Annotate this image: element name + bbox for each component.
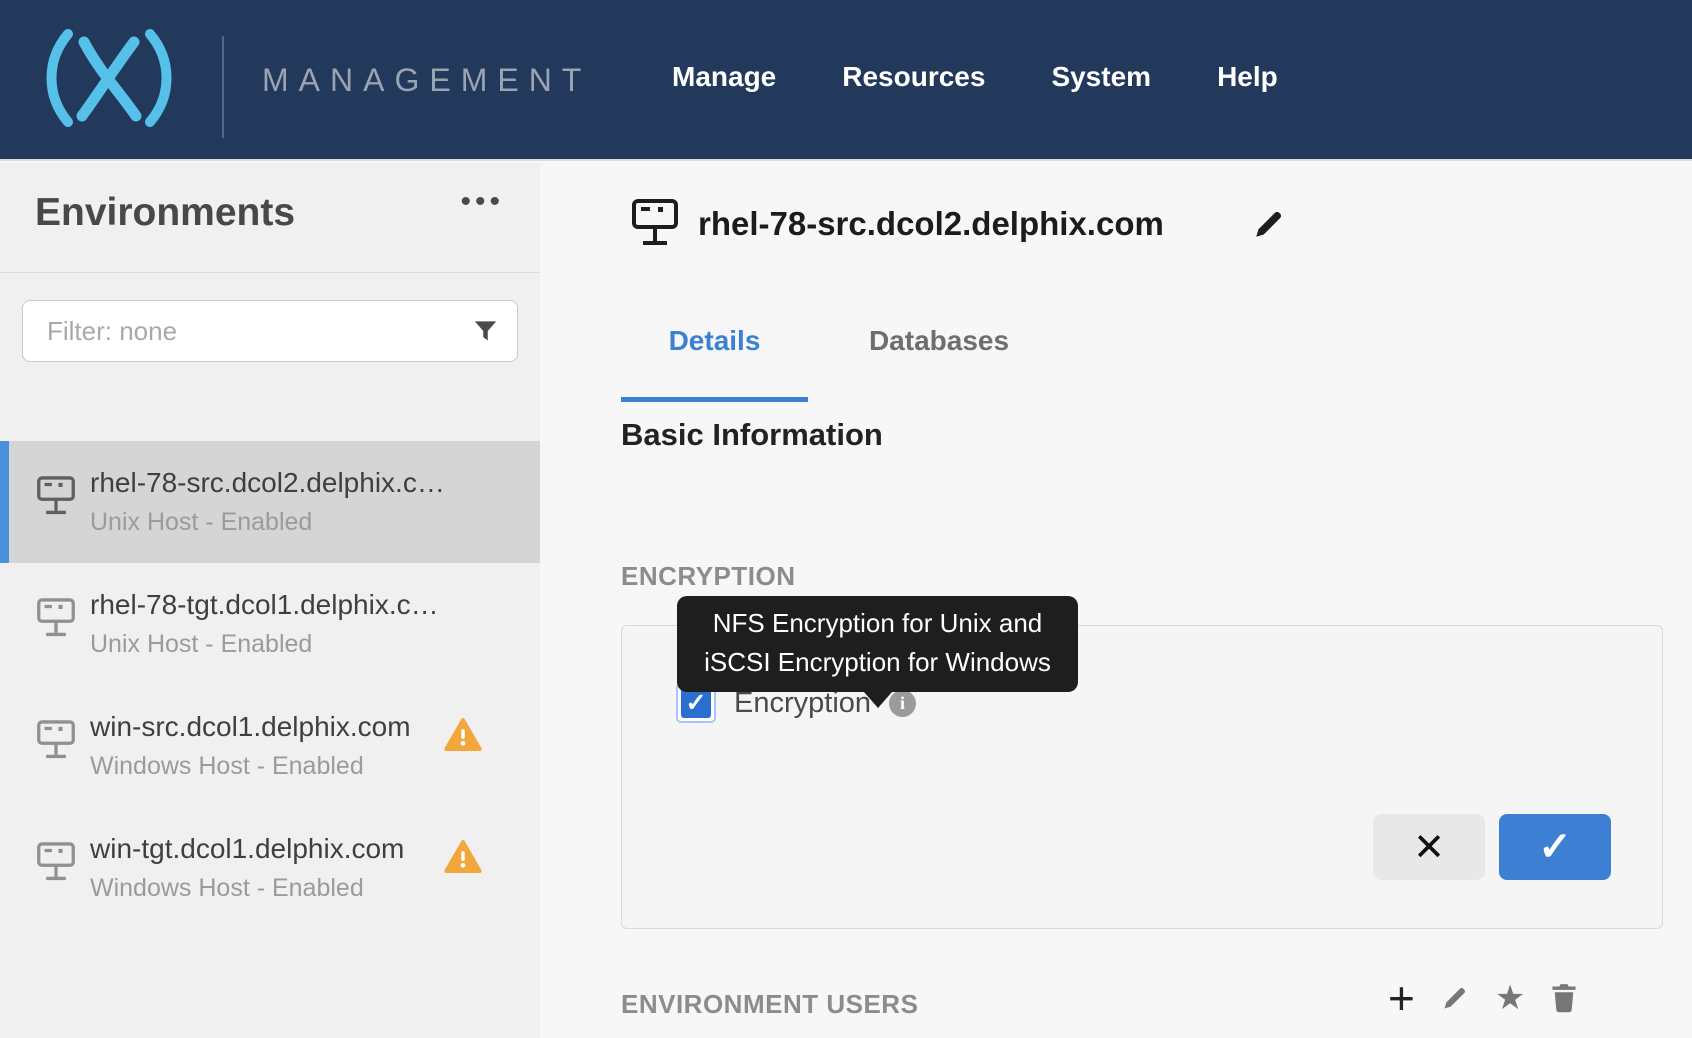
tooltip-line-2: iSCSI Encryption for Windows	[677, 643, 1078, 682]
environment-row-win-tgt[interactable]: win-tgt.dcol1.delphix.com Windows Host -…	[0, 807, 540, 929]
tab-databases[interactable]: Databases	[854, 325, 1024, 357]
add-user-icon[interactable]: +	[1388, 975, 1415, 1021]
details-pane: rhel-78-src.dcol2.delphix.com Details Da…	[540, 163, 1692, 1038]
nav-item-manage[interactable]: Manage	[672, 61, 776, 93]
environment-row-rhel-78-src[interactable]: rhel-78-src.dcol2.delphix.c… Unix Host -…	[0, 441, 540, 563]
environment-list: rhel-78-src.dcol2.delphix.c… Unix Host -…	[0, 441, 540, 929]
environment-users-actions: + ★	[1388, 975, 1577, 1021]
confirm-button[interactable]: ✓	[1499, 814, 1611, 880]
sidebar-title: Environments	[35, 191, 295, 235]
info-icon[interactable]: i	[889, 690, 916, 717]
tab-details[interactable]: Details	[621, 325, 808, 357]
ellipsis-menu-icon[interactable]: •••	[460, 185, 504, 219]
delphix-logo-icon	[34, 26, 184, 135]
host-icon	[35, 717, 77, 768]
environment-row-rhel-78-tgt[interactable]: rhel-78-tgt.dcol1.delphix.c… Unix Host -…	[0, 563, 540, 685]
primary-user-star-icon[interactable]: ★	[1495, 981, 1525, 1015]
environment-name: rhel-78-src.dcol2.delphix.c…	[90, 467, 540, 499]
host-icon	[35, 595, 77, 646]
check-icon: ✓	[1538, 824, 1572, 870]
host-icon	[630, 195, 680, 256]
edit-pencil-icon[interactable]	[1252, 207, 1286, 246]
edit-user-pencil-icon[interactable]	[1441, 984, 1469, 1012]
tooltip-line-1: NFS Encryption for Unix and	[677, 604, 1078, 643]
nav-item-resources[interactable]: Resources	[842, 61, 985, 93]
host-icon	[35, 839, 77, 890]
environment-status: Unix Host - Enabled	[90, 508, 540, 537]
host-icon	[35, 473, 77, 524]
environment-name: rhel-78-tgt.dcol1.delphix.c…	[90, 589, 540, 621]
page-title: rhel-78-src.dcol2.delphix.com	[698, 205, 1164, 243]
product-name: MANAGEMENT	[262, 62, 591, 99]
environments-sidebar: Environments ••• rhel-78-src.dcol2.delph…	[0, 163, 540, 1038]
encryption-section-label: ENCRYPTION	[621, 561, 796, 592]
filter-box	[22, 300, 518, 362]
nav-item-system[interactable]: System	[1051, 61, 1151, 93]
filter-funnel-icon[interactable]	[472, 318, 499, 350]
logo-divider	[222, 36, 224, 138]
nav-links: Manage Resources System Help	[672, 61, 1278, 93]
environment-users-label: ENVIRONMENT USERS	[621, 989, 918, 1020]
nav-item-help[interactable]: Help	[1217, 61, 1278, 93]
section-heading: Basic Information	[621, 417, 883, 453]
encryption-tooltip: NFS Encryption for Unix and iSCSI Encryp…	[677, 596, 1078, 692]
filter-input[interactable]	[23, 301, 517, 361]
top-navbar: MANAGEMENT Manage Resources System Help	[0, 0, 1692, 161]
sidebar-divider	[0, 272, 540, 273]
checkbox-check-icon: ✓	[681, 688, 711, 718]
environment-status: Unix Host - Enabled	[90, 630, 540, 659]
close-icon: ✕	[1413, 825, 1445, 870]
environment-row-win-src[interactable]: win-src.dcol1.delphix.com Windows Host -…	[0, 685, 540, 807]
warning-icon[interactable]	[444, 717, 482, 757]
delete-user-trash-icon[interactable]	[1551, 983, 1577, 1013]
active-tab-underline	[621, 397, 808, 402]
warning-icon[interactable]	[444, 839, 482, 879]
cancel-button[interactable]: ✕	[1373, 814, 1485, 880]
